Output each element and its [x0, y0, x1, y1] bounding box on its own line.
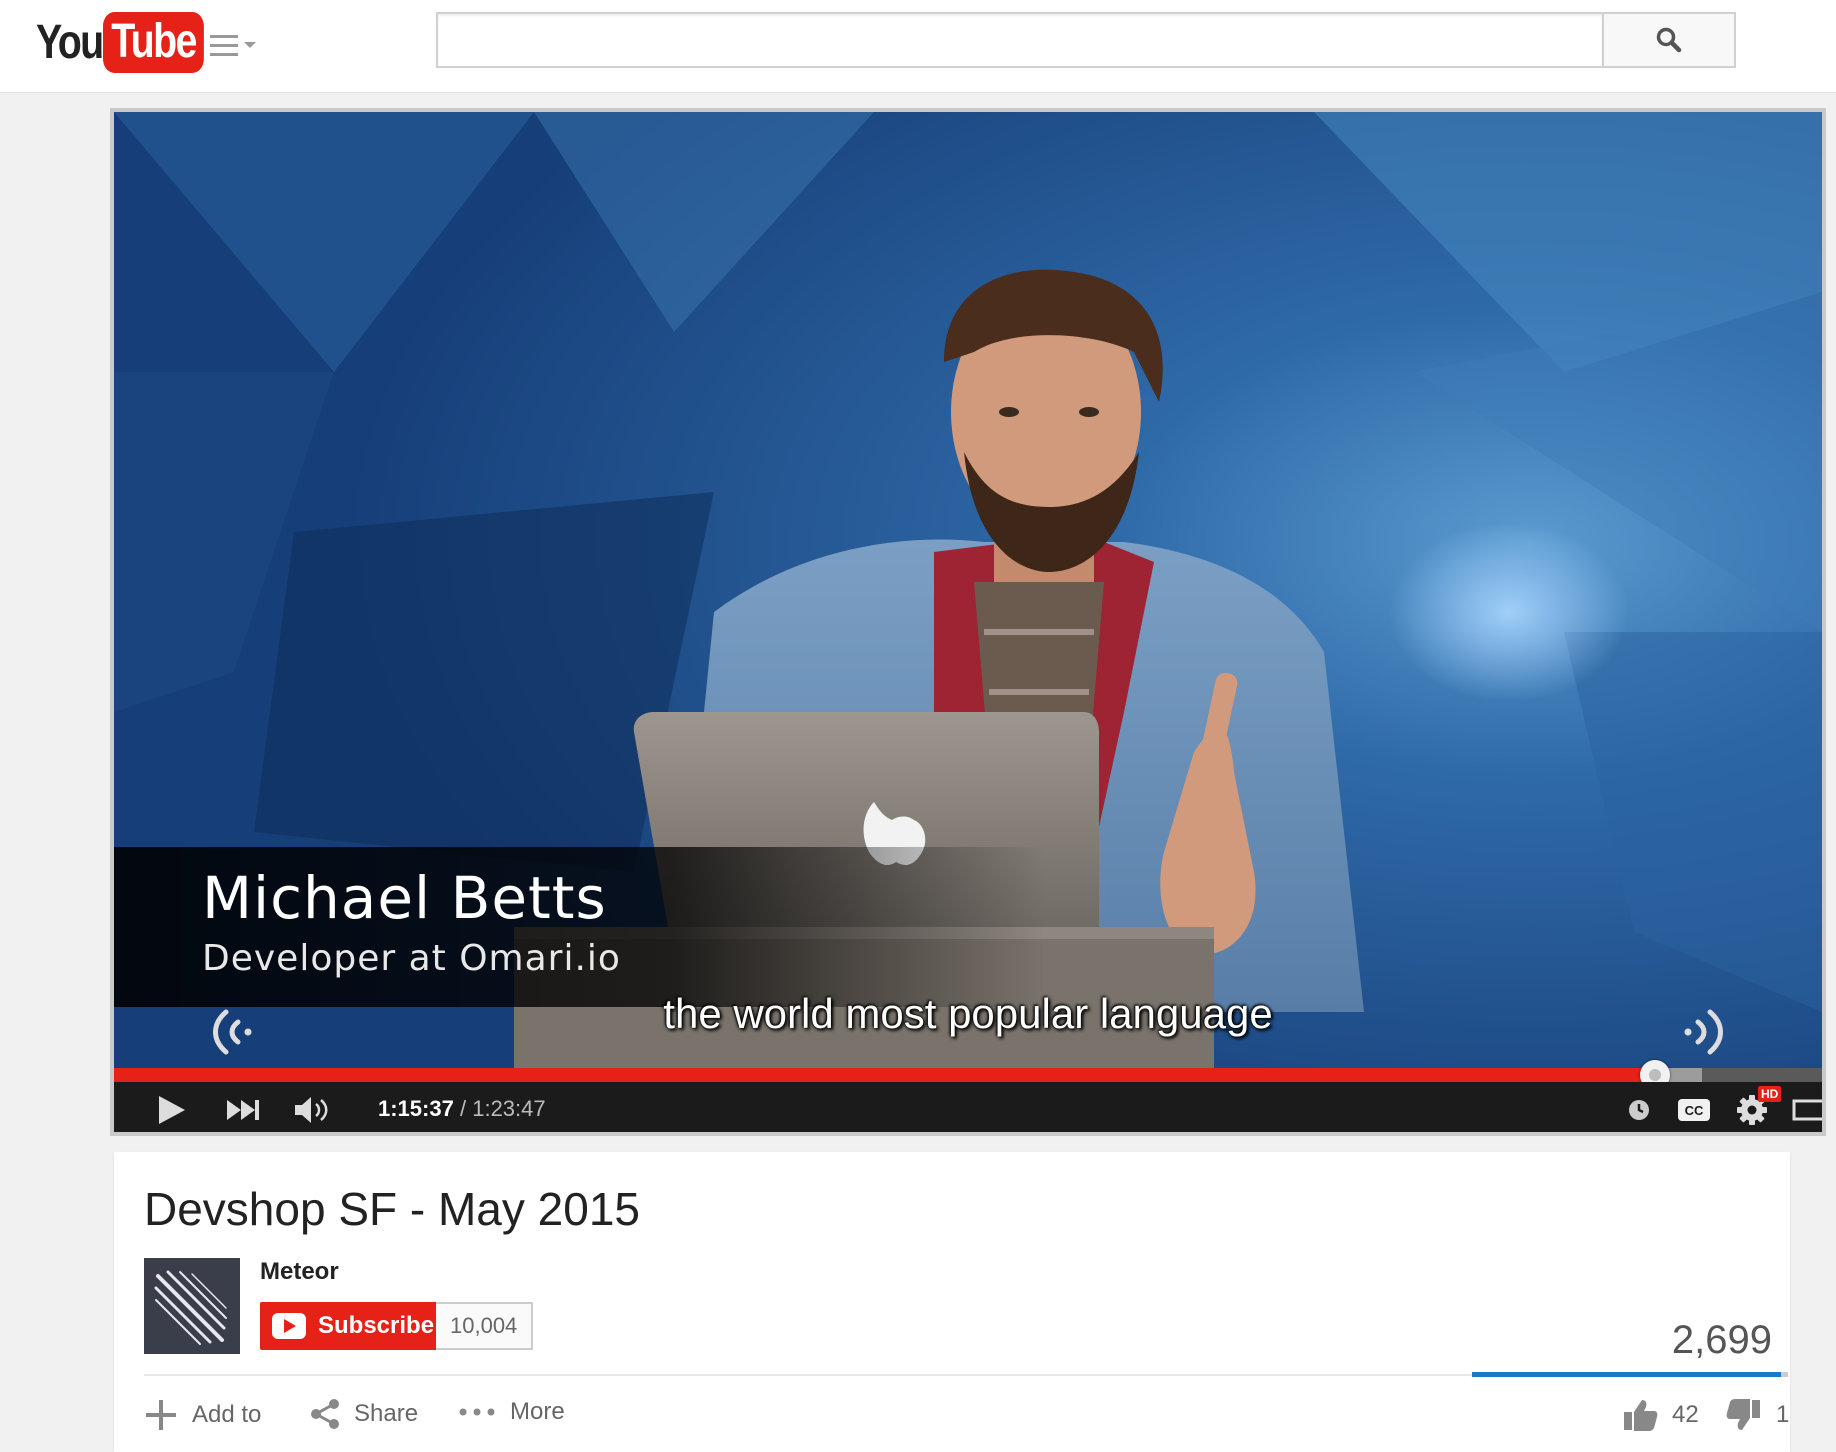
- next-icon: [227, 1100, 259, 1120]
- like-ratio-fill: [1472, 1372, 1781, 1377]
- share-label: Share: [354, 1400, 419, 1427]
- caret-down-icon: [244, 42, 256, 48]
- share-button[interactable]: Share: [310, 1398, 418, 1430]
- channel-name[interactable]: Meteor: [260, 1258, 339, 1286]
- volume-icon: [295, 1097, 328, 1123]
- volume-button[interactable]: [292, 1090, 332, 1130]
- video-info-panel: Devshop SF - May 2015 Meteor Subscribe 1…: [114, 1152, 1790, 1452]
- watch-later-icon: [1629, 1100, 1649, 1120]
- theater-mode-button[interactable]: [1790, 1090, 1822, 1130]
- progress-played: [114, 1068, 1656, 1082]
- more-label: More: [510, 1398, 565, 1425]
- video-title: Devshop SF - May 2015: [144, 1183, 641, 1235]
- captions-button[interactable]: CC: [1674, 1090, 1714, 1130]
- thumbs-up-icon: [1624, 1400, 1658, 1431]
- view-count: 2,699: [1671, 1318, 1772, 1362]
- share-icon: [311, 1399, 339, 1429]
- more-button[interactable]: More: [458, 1398, 565, 1426]
- youtube-logo[interactable]: You Tube: [36, 11, 226, 73]
- like-count: 42: [1672, 1401, 1699, 1428]
- hamburger-icon: [210, 35, 238, 62]
- watch-later-button[interactable]: [1624, 1090, 1654, 1130]
- subscribe-label: Subscribe: [318, 1312, 435, 1339]
- settings-button[interactable]: HD: [1732, 1086, 1782, 1130]
- current-time: 1:15:37: [378, 1096, 454, 1121]
- add-to-button[interactable]: Add to: [144, 1398, 261, 1432]
- subscriber-count: 10,004: [436, 1302, 534, 1350]
- cc-label: CC: [1685, 1103, 1704, 1118]
- next-button[interactable]: [224, 1090, 264, 1130]
- play-button[interactable]: [154, 1090, 190, 1130]
- logo-you-text: You: [36, 15, 104, 69]
- youtube-play-icon: [272, 1313, 306, 1339]
- cc-icon: CC: [1678, 1099, 1710, 1121]
- time-display: 1:15:37 / 1:23:47: [378, 1096, 546, 1122]
- masthead: You Tube: [0, 0, 1836, 93]
- subscribe-button[interactable]: Subscribe: [260, 1302, 449, 1350]
- logo-tube-text: Tube: [103, 11, 205, 73]
- play-icon: [159, 1096, 185, 1124]
- subtitle-caption: the world most popular language: [663, 990, 1273, 1037]
- duration: 1:23:47: [472, 1096, 546, 1121]
- thumbs-down-icon: [1726, 1399, 1760, 1430]
- video-player[interactable]: Michael Betts Developer at Omari.io the …: [110, 108, 1826, 1136]
- channel-avatar[interactable]: [144, 1258, 240, 1354]
- player-controls: 1:15:37 / 1:23:47 CC HD: [114, 1082, 1822, 1132]
- speaker-title: Developer at Omari.io: [202, 938, 621, 979]
- search-icon: [1656, 27, 1682, 53]
- like-button[interactable]: 42: [1622, 1398, 1699, 1432]
- meteor-logo-icon: [154, 1270, 227, 1345]
- hd-badge: HD: [1758, 1086, 1782, 1102]
- plus-icon: [146, 1400, 176, 1430]
- time-separator: /: [459, 1096, 467, 1121]
- dislike-count: 1: [1776, 1401, 1790, 1428]
- dislike-button[interactable]: 1: [1726, 1398, 1789, 1432]
- search-button[interactable]: [1604, 12, 1736, 68]
- speaker-name: Michael Betts: [202, 864, 607, 932]
- guide-menu-button[interactable]: [208, 28, 258, 62]
- video-frame[interactable]: Michael Betts Developer at Omari.io the …: [114, 112, 1822, 1068]
- progress-bar[interactable]: [114, 1060, 1822, 1090]
- theater-mode-icon: [1792, 1099, 1822, 1121]
- search-input[interactable]: [436, 12, 1604, 68]
- like-dislike-ratio-bar: [1472, 1372, 1788, 1377]
- more-dots-icon: [459, 1408, 495, 1416]
- add-to-label: Add to: [192, 1401, 262, 1428]
